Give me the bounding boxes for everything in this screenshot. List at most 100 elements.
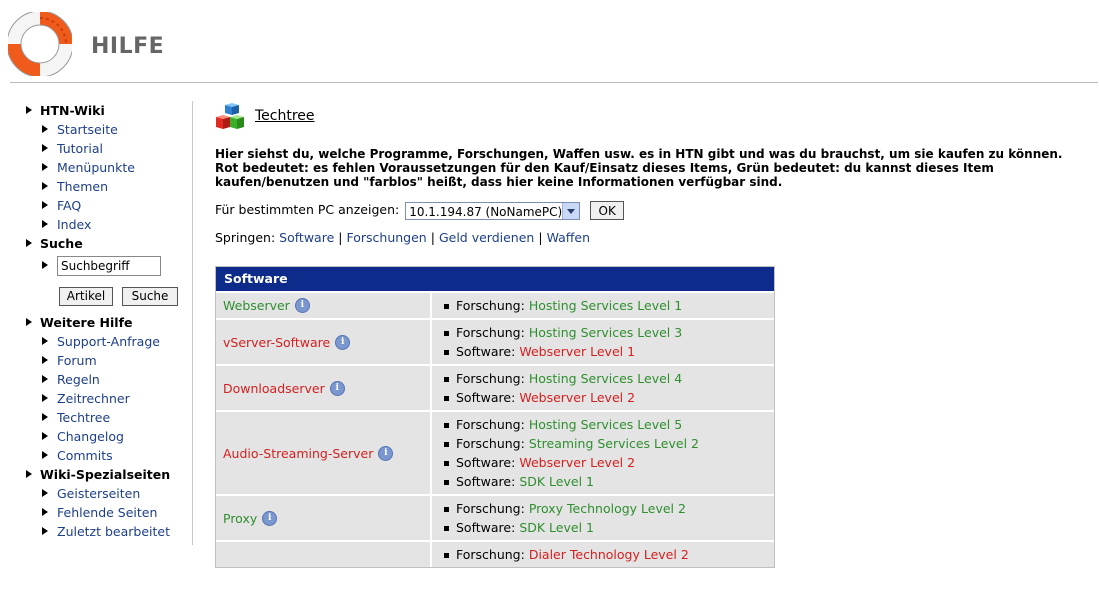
- triangle-bullet-icon: [26, 470, 32, 478]
- software-name-cell: Audio-Streaming-Server i: [216, 412, 430, 494]
- software-name-link[interactable]: Proxy: [223, 511, 257, 526]
- sidebar-item-faq[interactable]: FAQ: [22, 196, 192, 215]
- sidebar-item-startseite[interactable]: Startseite: [22, 120, 192, 139]
- sidebar-item-zeitrechner[interactable]: Zeitrechner: [22, 389, 192, 408]
- sidebar-item-tutorial[interactable]: Tutorial: [22, 139, 192, 158]
- requirement-item: Software: SDK Level 1: [444, 472, 774, 491]
- triangle-bullet-icon: [42, 432, 48, 440]
- table-row: Downloadserver i Forschung: Hosting Servic…: [216, 364, 774, 410]
- triangle-bullet-icon: [42, 394, 48, 402]
- software-name-cell: Proxy i: [216, 496, 430, 540]
- triangle-bullet-icon: [42, 337, 48, 345]
- requirement-item: Software: SDK Level 1: [444, 518, 774, 537]
- triangle-bullet-icon: [26, 318, 32, 326]
- software-name-cell: [216, 542, 430, 567]
- sidebar-item-themen[interactable]: Themen: [22, 177, 192, 196]
- requirement-link[interactable]: Hosting Services Level 3: [529, 325, 682, 340]
- requirement-kind: Software:: [456, 474, 516, 489]
- requirement-link[interactable]: Webserver Level 2: [519, 390, 635, 405]
- triangle-bullet-icon: [42, 182, 48, 190]
- requirement-item: Software: Webserver Level 2: [444, 453, 774, 472]
- sidebar-item-changelog[interactable]: Changelog: [22, 427, 192, 446]
- sidebar-item-zuletzt-bearbeitet[interactable]: Zuletzt bearbeitet: [22, 522, 192, 541]
- software-name-link[interactable]: Webserver: [223, 298, 290, 313]
- sidebar-divider: [192, 101, 193, 545]
- requirement-kind: Software:: [456, 455, 516, 470]
- requirement-kind: Software:: [456, 520, 516, 535]
- triangle-bullet-icon: [42, 201, 48, 209]
- search-input[interactable]: [57, 256, 161, 276]
- info-icon[interactable]: i: [329, 380, 345, 396]
- triangle-bullet-icon: [42, 163, 48, 171]
- software-name-link[interactable]: Downloadserver: [223, 381, 325, 396]
- requirement-kind: Forschung:: [456, 547, 525, 562]
- software-name-link[interactable]: vServer-Software: [223, 335, 330, 350]
- requirement-item: Software: Webserver Level 2: [444, 388, 774, 407]
- requirement-kind: Forschung:: [456, 417, 525, 432]
- requirement-link[interactable]: Streaming Services Level 2: [529, 436, 699, 451]
- table-header: Software: [216, 267, 774, 291]
- search-button[interactable]: Suche: [122, 287, 178, 306]
- requirement-kind: Forschung:: [456, 501, 525, 516]
- requirement-link[interactable]: Webserver Level 1: [519, 344, 635, 359]
- jump-link-software[interactable]: Software: [279, 230, 334, 245]
- requirement-link[interactable]: Hosting Services Level 1: [529, 298, 682, 313]
- software-name-link[interactable]: Audio-Streaming-Server: [223, 446, 373, 461]
- requirement-link[interactable]: Proxy Technology Level 2: [529, 501, 686, 516]
- table-row: Forschung: Dialer Technology Level 2: [216, 540, 774, 567]
- requirement-item: Forschung: Dialer Technology Level 2: [444, 545, 774, 564]
- jump-links: Springen: Software | Forschungen | Geld verd…: [215, 230, 590, 245]
- requirement-item: Software: Webserver Level 1: [444, 342, 774, 361]
- table-body: Webserver i Forschung: Hosting Services Le…: [216, 291, 774, 567]
- sidebar-item-techtree[interactable]: Techtree: [22, 408, 192, 427]
- sidebar-item-support-anfrage[interactable]: Support-Anfrage: [22, 332, 192, 351]
- triangle-bullet-icon: [26, 106, 32, 114]
- sidebar-item-forum[interactable]: Forum: [22, 351, 192, 370]
- sidebar-item-index[interactable]: Index: [22, 215, 192, 234]
- requirement-link[interactable]: Webserver Level 2: [519, 455, 635, 470]
- jump-separator: |: [338, 230, 343, 245]
- requirement-kind: Forschung:: [456, 436, 525, 451]
- jump-link-waffen[interactable]: Waffen: [547, 230, 590, 245]
- sidebar-search-buttons: Artikel Suche: [22, 279, 192, 313]
- requirement-link[interactable]: SDK Level 1: [519, 474, 594, 489]
- triangle-bullet-icon: [42, 261, 48, 269]
- requirement-kind: Software:: [456, 344, 516, 359]
- triangle-bullet-icon: [42, 527, 48, 535]
- requirement-item: Forschung: Streaming Services Level 2: [444, 434, 774, 453]
- info-icon[interactable]: i: [294, 298, 310, 313]
- requirement-link[interactable]: Hosting Services Level 5: [529, 417, 682, 432]
- sidebar-item-menuepunkte[interactable]: Menüpunkte: [22, 158, 192, 177]
- triangle-bullet-icon: [42, 220, 48, 228]
- jump-separator: |: [538, 230, 543, 245]
- sidebar-item-regeln[interactable]: Regeln: [22, 370, 192, 389]
- requirements-cell: Forschung: Hosting Services Level 4 Softw…: [432, 366, 774, 410]
- triangle-bullet-icon: [42, 508, 48, 516]
- requirement-link[interactable]: Dialer Technology Level 2: [529, 547, 689, 562]
- sidebar-section-suche: Suche: [22, 234, 192, 253]
- triangle-bullet-icon: [42, 413, 48, 421]
- requirement-item: Forschung: Hosting Services Level 5: [444, 415, 774, 434]
- pc-select[interactable]: 10.1.194.87 (NoNamePC): [405, 201, 581, 220]
- sidebar-item-fehlende-seiten[interactable]: Fehlende Seiten: [22, 503, 192, 522]
- ok-button[interactable]: OK: [590, 201, 625, 220]
- page-title[interactable]: Techtree: [255, 108, 315, 124]
- requirement-link[interactable]: SDK Level 1: [519, 520, 594, 535]
- jump-separator: |: [430, 230, 435, 245]
- info-icon[interactable]: i: [335, 334, 351, 350]
- triangle-bullet-icon: [42, 125, 48, 133]
- chevron-down-icon[interactable]: [562, 202, 580, 219]
- requirement-link[interactable]: Hosting Services Level 4: [529, 371, 682, 386]
- pc-selector-row: Für bestimmten PC anzeigen: 10.1.194.87 …: [215, 200, 625, 222]
- info-icon[interactable]: i: [262, 510, 278, 526]
- sidebar-section-htn-wiki: HTN-Wiki: [22, 101, 192, 120]
- table-row: Audio-Streaming-Server i Forschung: Hostin…: [216, 410, 774, 494]
- jump-link-forschungen[interactable]: Forschungen: [346, 230, 426, 245]
- table-row: Webserver i Forschung: Hosting Services Le…: [216, 291, 774, 318]
- info-icon[interactable]: i: [378, 445, 394, 461]
- article-button[interactable]: Artikel: [59, 287, 113, 306]
- jump-link-geld-verdienen[interactable]: Geld verdienen: [439, 230, 534, 245]
- sidebar-item-commits[interactable]: Commits: [22, 446, 192, 465]
- requirements-cell: Forschung: Hosting Services Level 3 Softw…: [432, 320, 774, 364]
- sidebar-item-geisterseiten[interactable]: Geisterseiten: [22, 484, 192, 503]
